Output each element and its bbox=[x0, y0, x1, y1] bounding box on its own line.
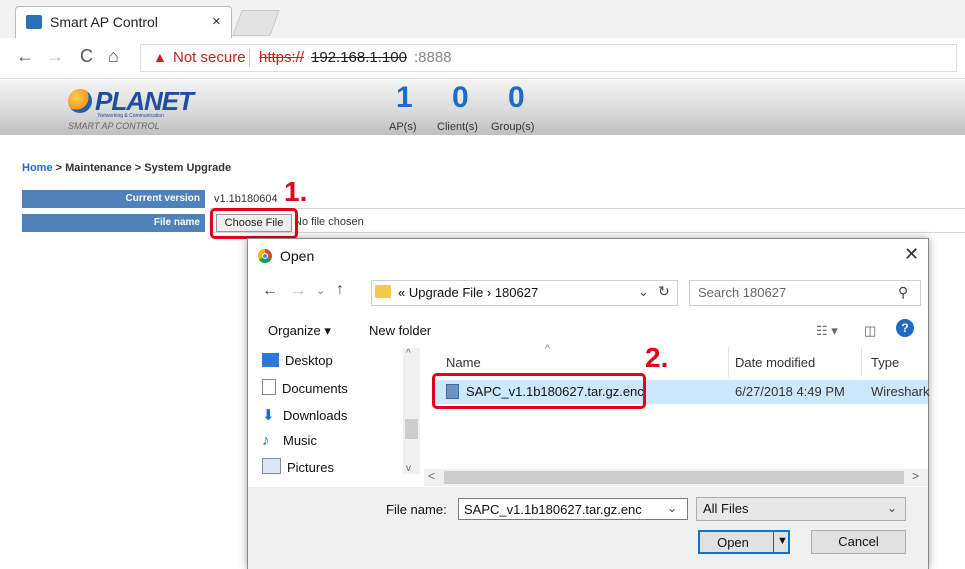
nav-item-music[interactable]: ♪ Music bbox=[262, 432, 317, 449]
scroll-up-icon[interactable]: ^ bbox=[406, 348, 411, 359]
browser-tab[interactable]: Smart AP Control × bbox=[15, 6, 232, 39]
back-icon[interactable]: ← bbox=[262, 282, 278, 300]
app-header: PLANET Networking & Communication SMART … bbox=[0, 80, 965, 135]
open-file-dialog: Open ✕ ← → ⌄ ↑ « Upgrade File › 180627 ⌄… bbox=[247, 238, 930, 569]
ap-label: AP(s) bbox=[389, 121, 417, 133]
breadcrumb: Home > Maintenance > System Upgrade bbox=[22, 162, 231, 174]
organize-menu[interactable]: Organize ▾ bbox=[268, 323, 331, 339]
client-count[interactable]: 0 bbox=[452, 81, 469, 115]
group-label: Group(s) bbox=[491, 121, 535, 133]
file-list-scroll-thumb[interactable] bbox=[444, 471, 904, 484]
file-name-input[interactable]: SAPC_v1.1b180627.tar.gz.enc ⌄ bbox=[458, 498, 688, 520]
close-icon[interactable]: ✕ bbox=[904, 244, 919, 265]
chevron-down-icon: ⌄ bbox=[887, 501, 898, 515]
dialog-footer: File name: SAPC_v1.1b180627.tar.gz.enc ⌄… bbox=[248, 487, 928, 569]
warning-icon: ▲ bbox=[153, 49, 167, 65]
url-port: :8888 bbox=[414, 49, 452, 66]
cancel-button[interactable]: Cancel bbox=[811, 530, 906, 554]
omnibox-divider bbox=[249, 49, 250, 67]
scroll-right-icon[interactable]: > bbox=[912, 469, 919, 483]
back-icon[interactable]: ← bbox=[16, 46, 34, 67]
logo-tagline: SMART AP CONTROL bbox=[68, 121, 160, 131]
file-date: 6/27/2018 4:49 PM bbox=[735, 384, 845, 399]
refresh-icon[interactable]: ↻ bbox=[658, 283, 670, 300]
tab-close-icon[interactable]: × bbox=[212, 13, 221, 30]
column-name-header[interactable]: Name bbox=[446, 355, 481, 370]
url-host: 192.168.1.100 bbox=[311, 49, 407, 66]
group-count[interactable]: 0 bbox=[508, 81, 525, 115]
nav-item-desktop[interactable]: Desktop bbox=[262, 353, 333, 368]
breadcrumb-home-link[interactable]: Home bbox=[22, 162, 53, 174]
annotation-box-step1 bbox=[210, 208, 298, 239]
row-divider bbox=[210, 232, 965, 233]
current-version-value: v1.1b180604 bbox=[214, 193, 278, 205]
help-icon[interactable]: ? bbox=[896, 319, 914, 337]
ap-count[interactable]: 1 bbox=[396, 81, 413, 115]
file-type: Wireshark bbox=[871, 384, 930, 399]
annotation-box-step2 bbox=[432, 373, 646, 409]
column-divider bbox=[861, 347, 862, 377]
annotation-step2: 2. bbox=[645, 342, 669, 373]
current-version-label: Current version bbox=[22, 190, 205, 208]
open-dropdown-icon[interactable]: ▼ bbox=[777, 535, 788, 547]
dialog-path: « Upgrade File › 180627 bbox=[398, 285, 539, 300]
dialog-search-input[interactable]: Search 180627 ⚲ bbox=[689, 280, 921, 306]
nav-pane-scroll-thumb[interactable] bbox=[405, 419, 418, 439]
nav-item-downloads[interactable]: ⬇ Downloads bbox=[262, 406, 347, 424]
column-divider bbox=[728, 347, 729, 377]
logo-subtitle: Networking & Communication bbox=[98, 113, 164, 119]
chevron-down-icon[interactable]: ⌄ bbox=[638, 284, 649, 300]
url-scheme: https:// bbox=[259, 49, 305, 66]
nav-item-pictures[interactable]: Pictures bbox=[262, 458, 334, 475]
column-type-header[interactable]: Type bbox=[871, 355, 899, 370]
music-icon: ♪ bbox=[262, 432, 270, 449]
view-options-icon[interactable]: ☷ ▾ bbox=[816, 323, 838, 339]
forward-icon[interactable]: → bbox=[290, 282, 306, 300]
app-favicon-icon bbox=[26, 15, 42, 29]
file-type-value: All Files bbox=[703, 501, 749, 516]
pictures-icon bbox=[262, 458, 281, 474]
reload-icon[interactable]: C bbox=[80, 46, 93, 67]
new-tab-button[interactable] bbox=[232, 10, 280, 36]
up-folder-icon[interactable]: ↑ bbox=[336, 281, 344, 299]
tab-title: Smart AP Control bbox=[50, 14, 158, 30]
nav-item-documents[interactable]: Documents bbox=[262, 379, 348, 396]
file-name-value: SAPC_v1.1b180627.tar.gz.enc bbox=[464, 502, 642, 517]
scroll-down-icon[interactable]: v bbox=[406, 463, 411, 474]
file-name-label: File name bbox=[22, 214, 205, 232]
search-placeholder: Search 180627 bbox=[698, 285, 787, 300]
dialog-toolbar: Organize ▾ New folder ☷ ▾ ◫ ? bbox=[248, 315, 928, 345]
open-button-divider bbox=[773, 532, 774, 552]
browser-toolbar: ← → C ⌂ ▲ Not secure https:// 192.168.1.… bbox=[0, 38, 965, 79]
column-date-header[interactable]: Date modified bbox=[735, 355, 815, 370]
dialog-title: Open bbox=[280, 248, 315, 264]
documents-icon bbox=[262, 379, 276, 395]
no-file-chosen-text: No file chosen bbox=[294, 216, 364, 228]
file-name-field-label: File name: bbox=[386, 502, 447, 517]
not-secure-label: Not secure bbox=[173, 49, 246, 66]
downloads-icon: ⬇ bbox=[262, 407, 275, 424]
planet-logo-icon bbox=[68, 89, 92, 113]
new-folder-button[interactable]: New folder bbox=[369, 323, 431, 338]
nav-pane-scrollbar[interactable] bbox=[403, 348, 420, 474]
preview-pane-icon[interactable]: ◫ bbox=[864, 323, 876, 339]
chevron-down-icon[interactable]: ⌄ bbox=[667, 501, 677, 515]
home-icon[interactable]: ⌂ bbox=[108, 46, 119, 67]
chrome-icon bbox=[258, 249, 272, 263]
address-bar[interactable]: ▲ Not secure https:// 192.168.1.100 :888… bbox=[140, 44, 957, 72]
scroll-left-icon[interactable]: < bbox=[428, 469, 435, 483]
desktop-icon bbox=[262, 353, 279, 367]
search-icon: ⚲ bbox=[898, 284, 909, 300]
annotation-step1: 1. bbox=[284, 176, 308, 207]
browser-tab-bar: Smart AP Control × bbox=[0, 0, 965, 39]
row-divider bbox=[210, 208, 965, 209]
breadcrumb-path: > Maintenance > System Upgrade bbox=[52, 162, 232, 174]
sort-arrow-icon: ^ bbox=[545, 343, 551, 355]
forward-icon[interactable]: → bbox=[46, 46, 64, 67]
folder-icon bbox=[375, 285, 391, 298]
recent-locations-icon[interactable]: ⌄ bbox=[316, 284, 325, 297]
file-type-select[interactable]: All Files ⌄ bbox=[696, 497, 906, 521]
dialog-address-bar[interactable]: « Upgrade File › 180627 ⌄ ↻ bbox=[371, 280, 678, 306]
client-label: Client(s) bbox=[437, 121, 478, 133]
